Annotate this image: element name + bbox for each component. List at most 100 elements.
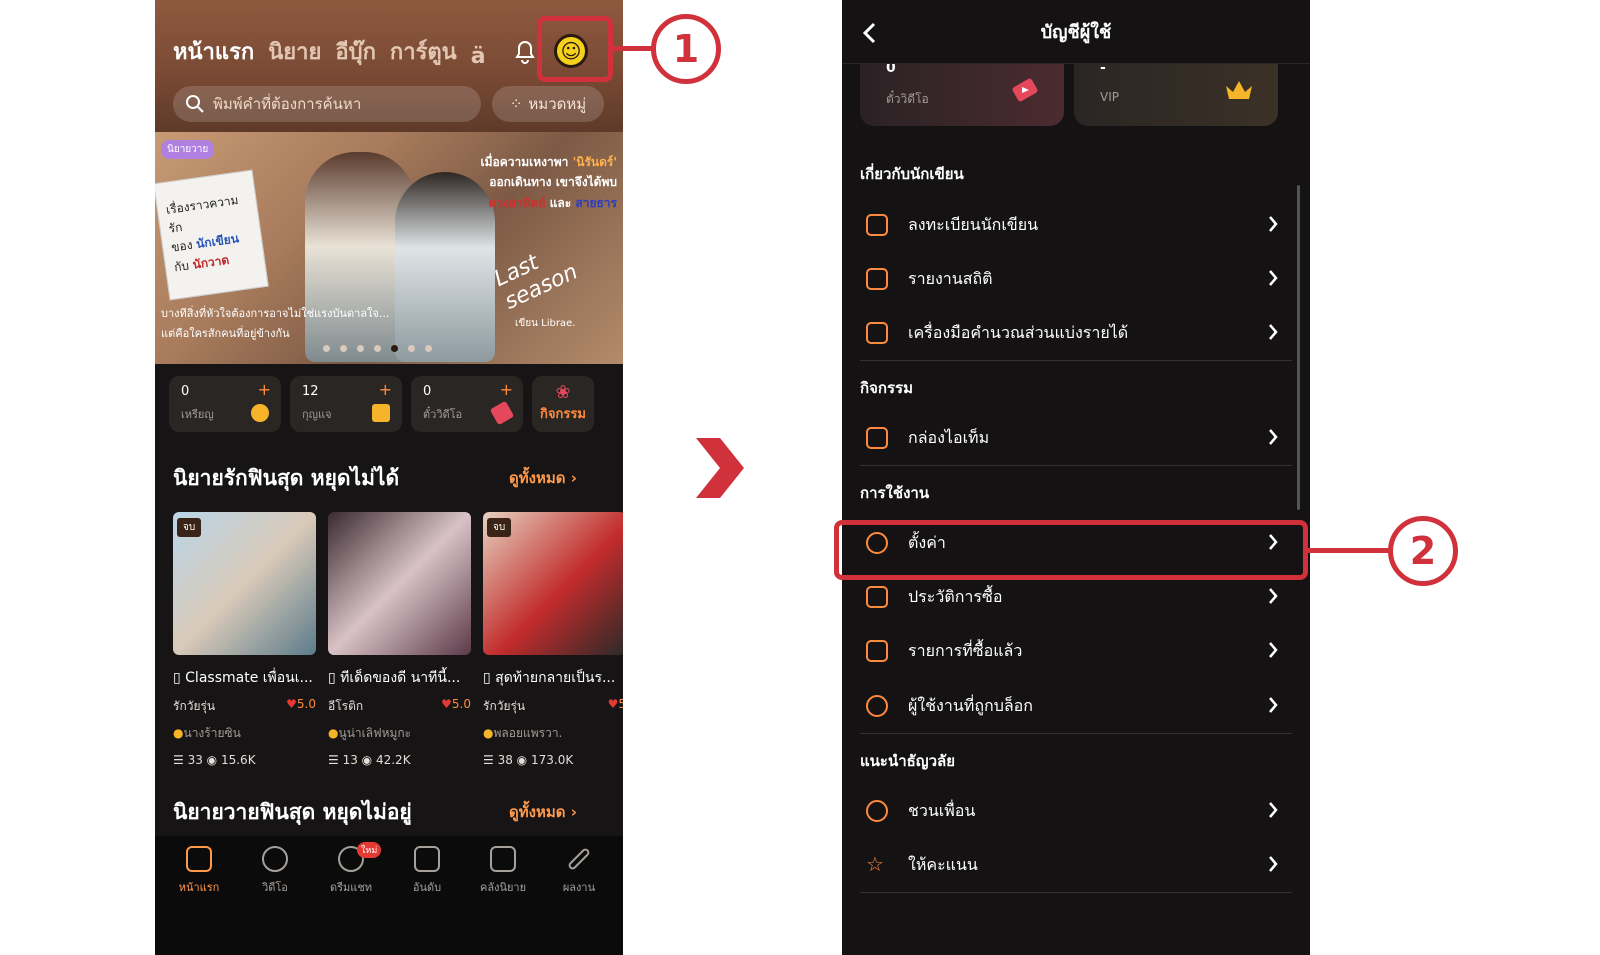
banner-note: เรื่องราวความรัก ของ นักเขียน กับ นักวาด xyxy=(155,169,269,301)
nav-label: ดรีมแชท xyxy=(329,881,373,894)
tab-more[interactable]: ä xyxy=(471,44,486,69)
video-ticket-stat[interactable]: 0 ตั๋ววิดีโอ + xyxy=(411,376,523,432)
vip-card[interactable]: - VIP xyxy=(1074,60,1278,126)
page-dot-active[interactable] xyxy=(391,345,398,352)
search-placeholder: พิมพ์คำที่ต้องการค้นหา xyxy=(213,95,362,113)
nav-ranking[interactable]: อันดับ xyxy=(389,846,465,955)
book-card[interactable]: จบ ▯ สุดท้ายกลายเป็นร... รักวัยรุ่น 5 พลอ… xyxy=(483,512,623,767)
section-title-boylove: นิยายวายฟินสุด หยุดไม่อยู่ xyxy=(173,800,412,824)
wallet-stats: 0 เหรียญ + 12 กุญแจ + 0 ตั๋ววิดีโอ + ❀ ก… xyxy=(169,376,594,432)
book-genre: อีโรติก xyxy=(328,699,364,713)
nav-works[interactable]: ผลงาน xyxy=(541,846,617,955)
menu-label: รายการที่ซื้อแล้ว xyxy=(908,640,1023,660)
tab-home[interactable]: หน้าแรก xyxy=(173,34,254,69)
menu-purchased-items[interactable]: รายการที่ซื้อแล้ว xyxy=(860,624,1292,678)
tab-comic[interactable]: การ์ตูน xyxy=(390,34,457,69)
callout-highlight-1 xyxy=(537,16,613,82)
book-genre-row: รักวัยรุ่น 5.0 xyxy=(173,697,316,716)
page-dot[interactable] xyxy=(323,345,330,352)
bell-icon[interactable] xyxy=(513,38,537,64)
search-input[interactable]: พิมพ์คำที่ต้องการค้นหา xyxy=(173,86,481,122)
menu-blocked-users[interactable]: ผู้ใช้งานที่ถูกบล็อก xyxy=(860,679,1292,733)
ticket-icon xyxy=(1012,78,1038,102)
nav-dream-chat[interactable]: ใหม่ ดรีมแชท xyxy=(313,842,389,955)
see-all-link[interactable]: ดูทั้งหมด › xyxy=(509,466,577,490)
promo-banner[interactable]: นิยายวาย เรื่องราวความรัก ของ นักเขียน ก… xyxy=(155,132,623,364)
book-rating: 5.0 xyxy=(286,697,316,711)
page-dot[interactable] xyxy=(374,345,381,352)
see-all-link[interactable]: ดูทั้งหมด › xyxy=(509,800,577,824)
book-icon: ▯ xyxy=(483,670,496,686)
add-ticket-icon[interactable]: + xyxy=(500,380,513,399)
note-line2b: นักเขียน xyxy=(195,231,240,252)
tagline-2: ออกเดินทาง เขาจึงได้พบ xyxy=(489,175,617,190)
divider xyxy=(860,360,1292,361)
completed-badge: จบ xyxy=(487,518,512,537)
banner-sub2: แต่คือใครสักคนที่อยู่ข้างกัน xyxy=(161,326,290,340)
gift-icon: ❀ xyxy=(555,382,571,403)
view-count: 173.0K xyxy=(530,753,574,767)
view-count: 42.2K xyxy=(375,753,411,767)
scrollbar[interactable] xyxy=(1297,185,1300,510)
book-author: นางร้ายซิน xyxy=(173,724,316,743)
coin-stat[interactable]: 0 เหรียญ + xyxy=(169,376,281,432)
chevron-right-icon xyxy=(1269,429,1278,445)
users-icon xyxy=(866,800,888,822)
category-button[interactable]: ⁘ หมวดหมู่ xyxy=(492,86,604,122)
menu-invite-friends[interactable]: ชวนเพื่อน xyxy=(860,784,1292,838)
tab-novel[interactable]: นิยาย xyxy=(268,34,321,69)
receipt-search-icon xyxy=(866,586,888,608)
nav-home[interactable]: หน้าแรก xyxy=(161,846,237,955)
grid-icon: ⁘ xyxy=(509,95,523,113)
menu-label: ชวนเพื่อน xyxy=(908,800,976,820)
section-activity: กิจกรรม xyxy=(860,379,913,397)
book-title-text: สุดท้ายกลายเป็นร... xyxy=(495,670,616,686)
page-dot[interactable] xyxy=(357,345,364,352)
book-icon: ▯ xyxy=(173,670,186,686)
view-count: 15.6K xyxy=(220,753,256,767)
callout-highlight-2 xyxy=(834,520,1308,580)
book-genre-row: รักวัยรุ่น 5 xyxy=(483,697,623,716)
menu-revenue-calculator[interactable]: เครื่องมือคำนวณส่วนแบ่งรายได้ xyxy=(860,306,1292,360)
book-author: นูน่าเลิฟหมูกะ xyxy=(328,724,471,743)
video-ticket-card[interactable]: 0 ตั๋ววิดีโอ xyxy=(860,60,1064,126)
ticket-label: ตั๋ววิดีโอ xyxy=(886,92,929,106)
note-line2a: ของ xyxy=(170,237,198,255)
book-genre-row: อีโรติก 5.0 xyxy=(328,697,471,716)
page-dot[interactable] xyxy=(340,345,347,352)
menu-writer-register[interactable]: ลงทะเบียนนักเขียน xyxy=(860,198,1292,252)
nav-label: ผลงาน xyxy=(562,881,596,894)
add-key-icon[interactable]: + xyxy=(379,380,392,399)
add-coin-icon[interactable]: + xyxy=(258,380,271,399)
book-list: จบ ▯ Classmate เพื่อนเ... รักวัยรุ่น5.0 … xyxy=(173,512,623,767)
home-screen: หน้าแรก นิยาย อีบุ๊ก การ์ตูน ä ☺ พิมพ์คำ… xyxy=(155,0,623,955)
category-label: หมวดหมู่ xyxy=(528,95,587,113)
divider xyxy=(860,892,1292,893)
nav-library[interactable]: คลังนิยาย xyxy=(465,846,541,955)
callout-line-2 xyxy=(1308,548,1390,553)
chevron-right-icon xyxy=(1269,856,1278,872)
tab-ebook[interactable]: อีบุ๊ก xyxy=(335,34,376,69)
menu-rate-app[interactable]: ☆ ให้คะแนน xyxy=(860,838,1292,892)
menu-item-box[interactable]: กล่องไอเท็ม xyxy=(860,411,1292,465)
banner-subtitle: บางทีสิ่งที่หัวใจต้องการอาจไม่ใช่แรงบันด… xyxy=(161,304,391,344)
trophy-icon xyxy=(414,846,440,872)
nav-label: วิดีโอ xyxy=(262,881,288,894)
page-dot[interactable] xyxy=(425,345,432,352)
callout-number-1: 1 xyxy=(651,14,721,84)
top-tabs: หน้าแรก นิยาย อีบุ๊ก การ์ตูน ä xyxy=(173,34,486,69)
completed-badge: จบ xyxy=(177,518,202,537)
tagline-3b: และ xyxy=(545,195,576,210)
book-card[interactable]: จบ ▯ Classmate เพื่อนเ... รักวัยรุ่น5.0 … xyxy=(173,512,316,767)
book-card[interactable]: ▯ ทีเด็ดของดี นาทีนี้... อีโรติก 5.0 นูน่… xyxy=(328,512,471,767)
menu-label: ประวัติการซื้อ xyxy=(908,586,1003,606)
back-arrow-icon[interactable] xyxy=(862,22,876,44)
pen-icon xyxy=(566,846,592,872)
menu-statistics[interactable]: รายงานสถิติ xyxy=(860,252,1292,306)
page-dot[interactable] xyxy=(408,345,415,352)
nav-video[interactable]: วิดีโอ xyxy=(237,846,313,955)
activity-button[interactable]: ❀ กิจกรรม xyxy=(532,376,594,432)
book-meta: ☰ 13 ◉ 42.2K xyxy=(328,753,411,767)
chevron-right-icon xyxy=(1269,324,1278,340)
key-stat[interactable]: 12 กุญแจ + xyxy=(290,376,402,432)
